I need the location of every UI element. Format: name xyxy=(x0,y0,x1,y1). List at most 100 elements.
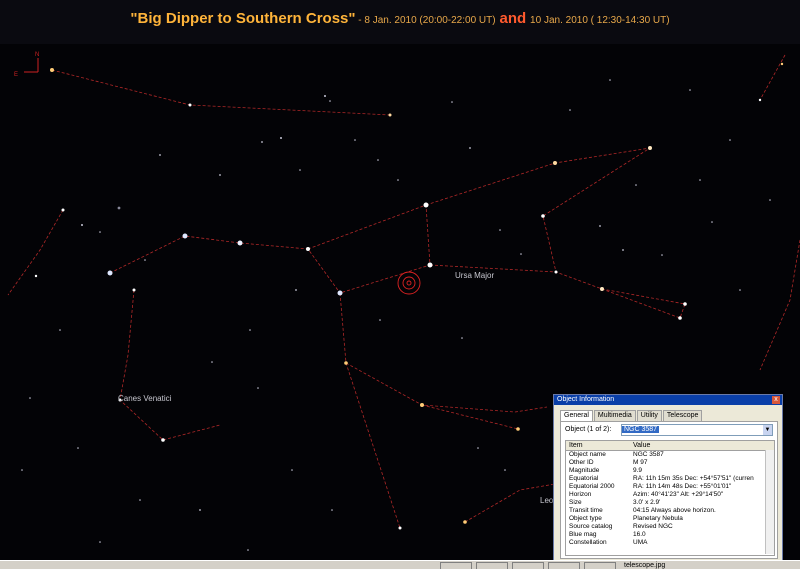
star xyxy=(61,208,65,212)
taskbar-button[interactable] xyxy=(548,562,580,569)
star xyxy=(117,206,121,210)
star xyxy=(99,541,101,543)
title-main: "Big Dipper to Southern Cross" xyxy=(130,10,356,27)
title-and: and xyxy=(499,10,527,27)
star xyxy=(780,62,784,66)
star xyxy=(211,361,213,363)
star xyxy=(499,229,501,231)
row-item: Equatorial 2000 xyxy=(569,483,615,490)
title-date2: 10 Jan. 2010 ( 12:30-14:30 UT) xyxy=(530,15,670,26)
object-select[interactable]: NGC 3587 ▼ xyxy=(621,424,773,436)
tab-multimedia[interactable]: Multimedia xyxy=(593,410,636,421)
star xyxy=(683,302,687,306)
star xyxy=(520,253,522,255)
star xyxy=(77,447,79,449)
star xyxy=(569,109,571,111)
row-item: Magnitude xyxy=(569,467,600,474)
close-button[interactable]: x xyxy=(772,396,780,404)
row-value: M 97 xyxy=(633,459,648,466)
table-row[interactable]: Equatorial 2000 RA: 11h 14m 48s Dec: +55°… xyxy=(566,483,774,491)
table-row[interactable]: Constellation UMA xyxy=(566,539,774,547)
star xyxy=(249,329,251,331)
star xyxy=(504,469,506,471)
row-value: NGC 3587 xyxy=(633,451,664,458)
line-left xyxy=(7,209,64,296)
row-value: 04:15 Always above horizon. xyxy=(633,507,716,514)
star xyxy=(29,397,31,399)
taskbar-button[interactable] xyxy=(440,562,472,569)
row-item: Source catalog xyxy=(569,523,613,530)
row-item: Horizon xyxy=(569,491,592,498)
constellation-label-ursa-major: Ursa Major xyxy=(455,271,494,280)
taskbar-button[interactable] xyxy=(476,562,508,569)
star xyxy=(50,68,54,72)
star xyxy=(329,100,331,102)
constellation-label-leo: Leo xyxy=(540,496,554,505)
object-information-window[interactable]: Object Information x General Multimedia … xyxy=(553,394,783,564)
row-item: Transit time xyxy=(569,507,603,514)
row-item: Equatorial xyxy=(569,475,599,482)
star xyxy=(344,361,348,365)
row-value: UMA xyxy=(633,539,648,546)
table-row[interactable]: Transit time 04:15 Always above horizon. xyxy=(566,507,774,515)
grid-rows: Object name NGC 3587 Other ID M 97 Magnitude… xyxy=(566,451,774,547)
star xyxy=(257,387,259,389)
target-marker-m97 xyxy=(397,271,421,295)
row-value: 16.0 xyxy=(633,531,646,538)
line-uma-foot xyxy=(339,292,401,529)
compass-east: E xyxy=(14,72,18,78)
row-item: Object name xyxy=(569,451,606,458)
tab-general[interactable]: General xyxy=(560,410,593,421)
chevron-down-icon[interactable]: ▼ xyxy=(763,425,772,435)
star xyxy=(661,254,663,256)
star xyxy=(635,184,637,186)
star xyxy=(420,403,424,407)
table-row[interactable]: Source catalog Revised NGC xyxy=(566,523,774,531)
star xyxy=(331,509,333,511)
star xyxy=(600,287,604,291)
star xyxy=(21,469,23,471)
star xyxy=(280,137,282,139)
table-row[interactable]: Equatorial RA: 11h 15m 35s Dec: +54°57'51… xyxy=(566,475,774,483)
column-header-value[interactable]: Value xyxy=(633,441,763,450)
line-dipper-handle xyxy=(109,235,341,294)
row-item: Size xyxy=(569,499,582,506)
star xyxy=(553,161,557,165)
star xyxy=(739,289,741,291)
table-row[interactable]: Blue mag 16.0 xyxy=(566,531,774,539)
star xyxy=(299,169,301,171)
table-row[interactable]: Object name NGC 3587 xyxy=(566,451,774,459)
table-row[interactable]: Horizon Azim: 40°41'23" Alt: +29°14'50" xyxy=(566,491,774,499)
star xyxy=(291,469,293,471)
tab-telescope[interactable]: Telescope xyxy=(662,410,703,421)
taskbar-label[interactable]: telescope.jpg xyxy=(624,561,665,569)
column-header-item[interactable]: Item xyxy=(566,441,633,450)
table-row[interactable]: Object type Planetary Nebula xyxy=(566,515,774,523)
taskbar-button[interactable] xyxy=(512,562,544,569)
star xyxy=(469,147,471,149)
constellation-label-canes-venatici: Canes Venatici xyxy=(118,394,172,403)
table-row[interactable]: Other ID M 97 xyxy=(566,459,774,467)
star xyxy=(769,199,771,201)
title-date1: 8 Jan. 2010 (20:00-22:00 UT) xyxy=(364,15,496,26)
star xyxy=(139,499,141,501)
taskbar-button[interactable] xyxy=(584,562,616,569)
taskbar: telescope.jpg xyxy=(0,560,800,569)
row-item: Constellation xyxy=(569,539,607,546)
star xyxy=(306,247,310,251)
row-item: Other ID xyxy=(569,459,594,466)
star xyxy=(377,159,379,161)
table-row[interactable]: Size 3.0' x 2.9' xyxy=(566,499,774,507)
star xyxy=(461,337,463,339)
line-right-top xyxy=(759,54,786,101)
star xyxy=(648,146,652,150)
grid-scrollbar[interactable] xyxy=(765,450,774,554)
object-window-caption[interactable]: Object Information xyxy=(554,395,782,405)
table-row[interactable]: Magnitude 9.9 xyxy=(566,467,774,475)
star xyxy=(247,549,249,551)
tab-utility[interactable]: Utility xyxy=(636,410,662,421)
compass-north: N xyxy=(35,52,39,58)
star xyxy=(554,270,558,274)
star xyxy=(451,101,453,103)
star xyxy=(199,509,201,511)
